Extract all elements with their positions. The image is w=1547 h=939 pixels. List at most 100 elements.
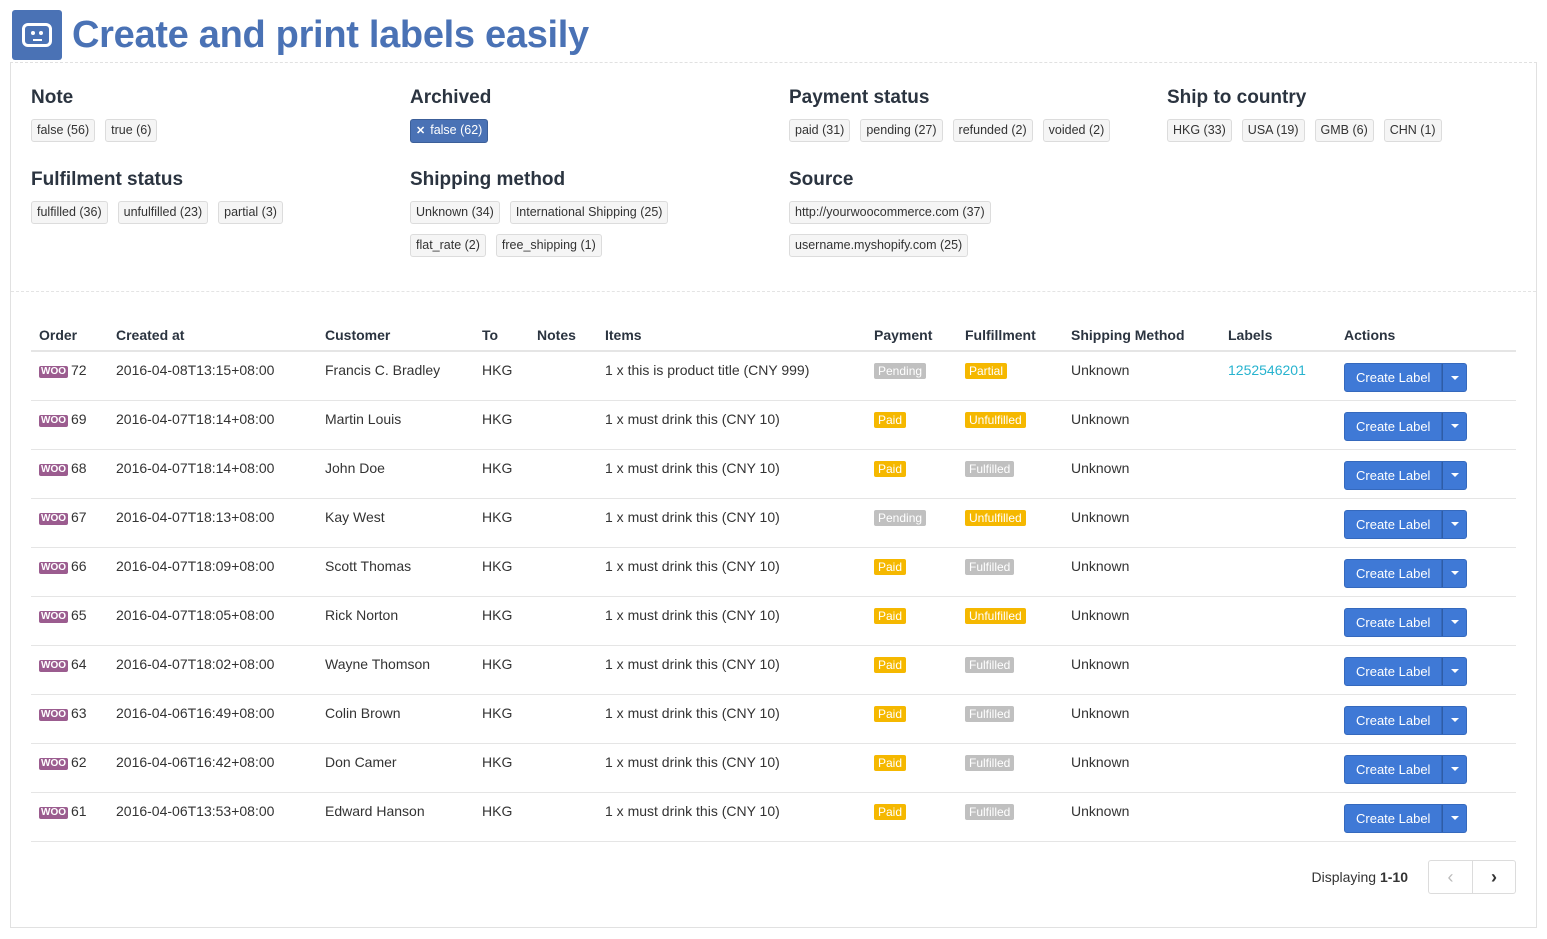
chevron-down-icon[interactable] [1442,558,1468,588]
shipping-method-cell: Unknown [1063,596,1220,646]
filter-tag[interactable]: USA (19) [1241,119,1305,142]
woocommerce-icon: WOO [39,561,68,574]
pagination: Displaying 1-10 ‹ › [1311,860,1516,894]
filter-tag[interactable]: ✕ false (62) [410,119,489,143]
created-at-cell: 2016-04-06T16:49+08:00 [108,694,317,744]
create-label-button[interactable]: Create Label [1344,363,1443,392]
filter-tag[interactable]: paid (31) [789,119,851,142]
create-label-button[interactable]: Create Label [1344,411,1443,441]
items-cell: 1 x must drink this (CNY 10) [597,449,866,499]
chevron-down-icon[interactable] [1442,460,1468,490]
column-header: Labels [1220,317,1336,352]
notes-cell [529,743,597,793]
fulfillment-cell: Fulfilled [957,694,1063,744]
filter-tag[interactable]: International Shipping (25) [509,201,669,224]
actions-cell: Create Label [1336,694,1516,744]
filter-tag[interactable]: pending (27) [860,119,943,142]
labels-cell [1220,596,1336,646]
filter-tag[interactable]: partial (3) [218,201,283,224]
items-cell: 1 x must drink this (CNY 10) [597,596,866,646]
filter-tag[interactable]: refunded (2) [952,119,1033,142]
create-label-button[interactable]: Create Label [1344,705,1443,735]
items-cell: 1 x must drink this (CNY 10) [597,694,866,744]
actions-cell: Create Label [1336,449,1516,499]
fulfillment-cell: Fulfilled [957,449,1063,499]
shipping-method-cell: Unknown [1063,400,1220,450]
chevron-left-icon[interactable]: ‹ [1429,861,1472,893]
table-row: WOO 65 2016-04-07T18:05+08:00 Rick Norton HK… [31,596,1516,646]
customer-cell: Francis C. Bradley [317,351,474,401]
chevron-down-icon[interactable] [1442,607,1468,637]
chevron-down-icon[interactable] [1442,509,1468,539]
payment-cell: Pending [866,498,957,548]
customer-cell: Wayne Thomson [317,645,474,695]
chevron-down-icon[interactable] [1442,411,1468,441]
shipping-method-cell: Unknown [1063,498,1220,548]
filter-tag[interactable]: Unknown (34) [410,201,500,224]
shipping-method-cell: Unknown [1063,792,1220,842]
order-number: 62 [71,753,87,770]
chevron-down-icon[interactable] [1442,754,1468,784]
to-cell: HKG [474,351,529,401]
fulfillment-badge: Fulfilled [965,460,1015,477]
filter-tag[interactable]: fulfilled (36) [31,201,108,224]
actions-cell: Create Label [1336,743,1516,793]
woocommerce-icon: WOO [39,414,68,427]
create-label-button[interactable]: Create Label [1344,656,1443,686]
items-cell: 1 x this is product title (CNY 999) [597,351,866,401]
filter-tag[interactable]: false (56) [31,119,96,142]
payment-badge: Paid [874,656,907,673]
customer-cell: Scott Thomas [317,547,474,597]
chevron-right-icon[interactable]: › [1472,861,1515,893]
filter-title: Shipping method [410,169,566,190]
customer-cell: John Doe [317,449,474,499]
filter-tag[interactable]: flat_rate (2) [410,234,486,257]
column-header: To [474,317,529,352]
chevron-down-icon[interactable] [1442,656,1468,686]
table-row: WOO 69 2016-04-07T18:14+08:00 Martin Louis H… [31,400,1516,450]
order-cell: WOO 64 [31,645,108,695]
filter-tag[interactable]: username.myshopify.com (25) [789,234,969,257]
actions-cell: Create Label [1336,351,1516,401]
filter-tag[interactable]: unfulfilled (23) [117,201,209,224]
create-label-button[interactable]: Create Label [1344,558,1443,588]
create-label-button[interactable]: Create Label [1344,754,1443,784]
created-at-cell: 2016-04-07T18:02+08:00 [108,645,317,695]
create-label-button[interactable]: Create Label [1344,460,1443,490]
orders-table: Order Created at Customer To Notes Items Payme… [31,317,1516,842]
filter-tag[interactable]: CHN (1) [1383,119,1442,142]
to-cell: HKG [474,645,529,695]
filter-title: Fulfilment status [31,169,184,190]
chevron-down-icon[interactable] [1442,705,1468,735]
filter-tag[interactable]: HKG (33) [1167,119,1232,142]
create-label-button[interactable]: Create Label [1344,607,1443,637]
label-link[interactable]: 1252546201 [1228,362,1306,378]
filter-tag-label: false (62) [430,123,483,137]
chevron-down-icon[interactable] [1442,363,1468,392]
filter-tag[interactable]: voided (2) [1042,119,1111,142]
filter-title: Ship to country [1167,87,1307,108]
fulfillment-badge: Unfulfilled [965,607,1026,624]
filter-tag[interactable]: http://yourwoocommerce.com (37) [789,201,991,224]
close-icon[interactable]: ✕ [416,125,425,137]
order-number: 66 [71,557,87,574]
filter-tag[interactable]: true (6) [105,119,158,142]
items-cell: 1 x must drink this (CNY 10) [597,743,866,793]
filter-ship-to-country: Ship to country HKG (33) USA (19) GMB (6) C… [1167,87,1442,142]
payment-cell: Paid [866,400,957,450]
filter-tag[interactable]: free_shipping (1) [495,234,602,257]
items-cell: 1 x must drink this (CNY 10) [597,645,866,695]
table-header: Order Created at Customer To Notes Items Payme… [31,317,1516,352]
main-panel: Note false (56) true (6) Archived ✕ false … [10,62,1537,928]
column-header: Created at [108,317,317,352]
create-label-button[interactable]: Create Label [1344,803,1443,833]
to-cell: HKG [474,743,529,793]
notes-cell [529,400,597,450]
filter-tag[interactable]: GMB (6) [1314,119,1374,142]
chevron-down-icon[interactable] [1442,803,1468,833]
create-label-button[interactable]: Create Label [1344,509,1443,539]
table-row: WOO 68 2016-04-07T18:14+08:00 John Doe HKG 1 … [31,449,1516,499]
payment-cell: Paid [866,547,957,597]
created-at-cell: 2016-04-08T13:15+08:00 [108,351,317,401]
payment-cell: Paid [866,449,957,499]
